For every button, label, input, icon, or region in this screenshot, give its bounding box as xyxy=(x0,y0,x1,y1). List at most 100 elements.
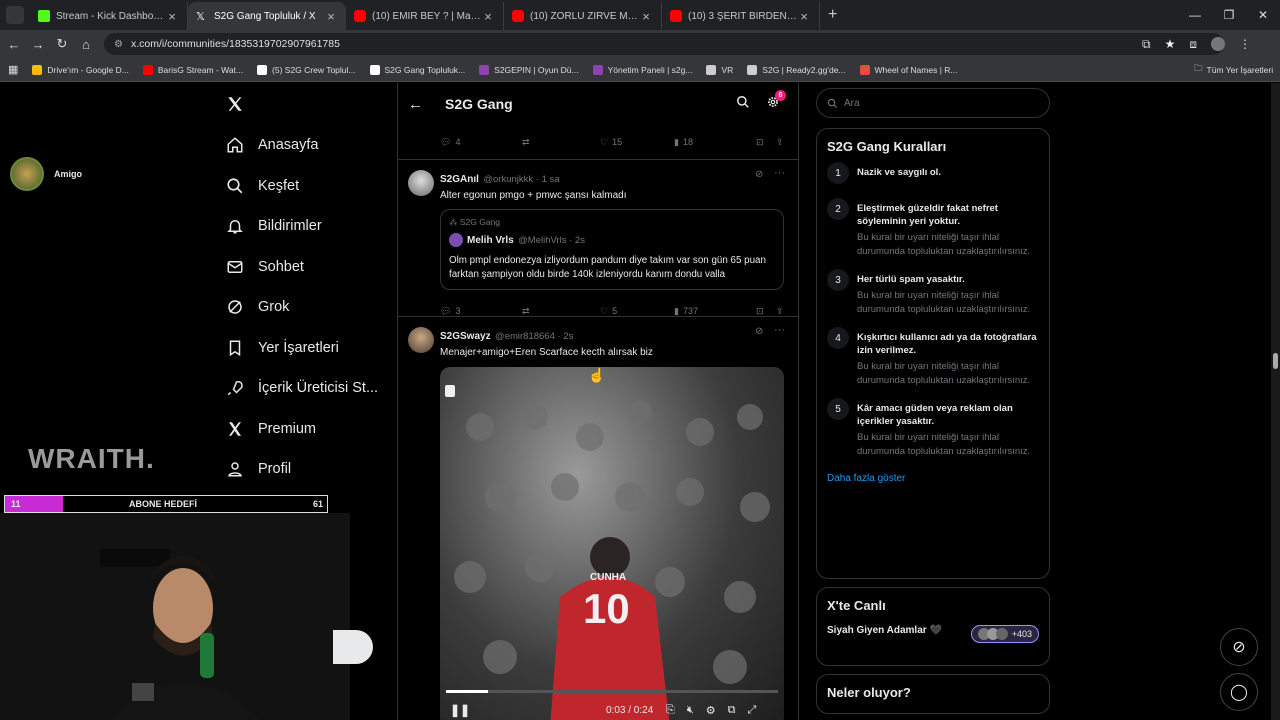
rule-title: Eleştirmek güzeldir fakat nefret söylemi… xyxy=(857,203,998,227)
close-tab-icon[interactable]: × xyxy=(797,9,811,24)
close-tab-icon[interactable]: × xyxy=(165,9,179,24)
video-progress-track[interactable] xyxy=(446,690,778,693)
maximize-button[interactable]: ❐ xyxy=(1212,8,1246,22)
close-window-button[interactable]: ✕ xyxy=(1246,8,1280,22)
nav-item-2[interactable]: Keşfet xyxy=(220,166,390,207)
settings-badge: 6 xyxy=(775,90,786,101)
bookmark-item[interactable]: BarisG Stream - Wat... xyxy=(142,64,243,75)
share-icon[interactable]: ⇪ xyxy=(776,137,784,148)
browser-tab[interactable]: Stream - Kick Dashboard × xyxy=(30,2,188,30)
more-options-icon[interactable]: ··· xyxy=(774,167,785,179)
volume-icon[interactable]: 🔇︎ xyxy=(687,704,694,717)
nav-item-5[interactable]: Grok xyxy=(220,287,390,328)
messages-fab[interactable]: ◯ xyxy=(1220,673,1258,711)
bookmark-item[interactable]: Wheel of Names | R... xyxy=(859,64,958,75)
post-s2ganil[interactable]: S2GAnıl @orkunjkkk · 1 sa ⊘ ··· Alter eg… xyxy=(398,159,798,316)
nav-item-8[interactable]: Premium xyxy=(220,409,390,450)
reply-button[interactable]: 💬︎ 4 xyxy=(440,137,522,148)
search-box[interactable]: Ara xyxy=(816,88,1050,118)
live-listeners[interactable]: +403 xyxy=(970,625,1039,643)
share-icon[interactable]: ⇪ xyxy=(776,306,784,317)
rule-item[interactable]: 5 Kâr amacı güden veya reklam olan içerik… xyxy=(827,398,1039,459)
grok-explain-icon[interactable]: ⊘ xyxy=(755,169,763,180)
post-author[interactable]: S2GSwayz xyxy=(440,331,491,342)
avatar[interactable] xyxy=(408,170,434,196)
post-author[interactable]: S2GAnıl xyxy=(440,174,479,185)
repost-button[interactable]: ⇄ xyxy=(522,306,600,317)
scrollbar-thumb[interactable] xyxy=(1273,353,1278,369)
quoted-post[interactable]: ⁂ S2G Gang Melih Vrls @MelihVrls · 2s Ol… xyxy=(440,209,784,290)
reply-button[interactable]: 💬︎ 3 xyxy=(440,306,522,317)
reload-icon[interactable]: ↻ xyxy=(50,36,74,52)
bookmark-post-icon[interactable]: ⊡ xyxy=(756,306,776,317)
star-icon[interactable]: ★ xyxy=(1165,37,1176,52)
views-button[interactable]: ▮ 18 xyxy=(674,137,756,148)
browser-tab[interactable]: (10) EMİR BEY ? | Madara Oldu× xyxy=(346,2,504,30)
address-bar[interactable]: ⚙ x.com/i/communities/183531970290796178… xyxy=(104,33,1224,55)
avatar[interactable] xyxy=(408,327,434,353)
close-tab-icon[interactable]: × xyxy=(481,9,495,24)
home-icon[interactable]: ⌂ xyxy=(74,37,98,52)
browser-tab[interactable]: (10) ZORLU ZİRVE MAÇLARI! H× xyxy=(504,2,662,30)
close-tab-icon[interactable]: × xyxy=(324,9,338,24)
grok-explain-icon[interactable]: ⊘ xyxy=(755,326,763,337)
nav-item-4[interactable]: Sohbet xyxy=(220,247,390,288)
heart-icon: ♡ xyxy=(600,136,609,147)
like-button[interactable]: ♡ 15 xyxy=(600,137,674,148)
rule-item[interactable]: 3 Her türlü spam yasaktır. Bu kural bir uy… xyxy=(827,269,1039,317)
bookmark-item[interactable]: S2G | Ready2.gg'de... xyxy=(747,64,846,75)
apps-icon[interactable]: ▦ xyxy=(8,63,18,76)
bookmark-item[interactable]: S2G Gang Topluluk... xyxy=(369,64,465,75)
extensions-icon[interactable]: ⧈ xyxy=(1189,37,1197,52)
site-info-icon[interactable]: ⚙ xyxy=(114,39,123,50)
bookmark-item[interactable]: (5) S2G Crew Toplul... xyxy=(257,64,356,75)
bookmark-item[interactable]: S2GEPIN | Oyun Dü... xyxy=(479,64,579,75)
browser-tab[interactable]: (10) 3 ŞERİT BİRDEN! Türkiye'd× xyxy=(662,2,820,30)
nav-item-3[interactable]: Bildirimler xyxy=(220,206,390,247)
post-s2gswayz[interactable]: S2GSwayz @emir818664 · 2s ⊘ ··· Menajer+… xyxy=(398,316,798,720)
back-icon[interactable]: ← xyxy=(2,37,26,52)
nav-item-9[interactable]: Profil xyxy=(220,449,390,490)
all-bookmarks[interactable]: 🗀 Tüm Yer İşaretleri xyxy=(1194,63,1273,77)
bookmark-post-icon[interactable]: ⊡ xyxy=(756,137,776,148)
rule-item[interactable]: 2 Eleştirmek güzeldir fakat nefret söylem… xyxy=(827,198,1039,259)
feed-search-icon[interactable] xyxy=(736,95,750,109)
nav-item-1[interactable]: Anasayfa xyxy=(220,125,390,166)
grok-fab[interactable]: ⊘ xyxy=(1220,628,1258,666)
pause-icon[interactable]: ❚❚ xyxy=(450,703,470,717)
youtube-icon xyxy=(512,10,524,22)
like-button[interactable]: ♡ 5 xyxy=(600,306,674,317)
views-button[interactable]: ▮ 737 xyxy=(674,306,756,317)
x-logo-icon[interactable] xyxy=(226,95,244,113)
bookmark-item[interactable]: Drive'ım - Google D... xyxy=(32,64,129,75)
bookmark-item[interactable]: Yönetim Paneli | s2g... xyxy=(592,64,692,75)
folder-icon: 🗀 xyxy=(1194,62,1203,73)
pip-icon[interactable]: ⧉ xyxy=(728,704,736,717)
show-more-link[interactable]: Daha fazla göster xyxy=(827,473,1039,484)
repost-button[interactable]: ⇄ xyxy=(522,137,600,148)
post-meta: @orkunjkkk · 1 sa xyxy=(483,174,560,185)
nav-item-7[interactable]: İçerik Üreticisi St... xyxy=(220,368,390,409)
install-icon[interactable]: ⧉ xyxy=(1142,37,1151,52)
live-item[interactable]: Siyah Giyen Adamlar 🖤 +403 xyxy=(827,625,1039,643)
video-player[interactable]: CUNHA 10 ❚❚ 0:03 / 0:24 ⎘ 🔇︎ ⚙ ⧉ ⤢ xyxy=(440,367,784,720)
fullscreen-icon[interactable]: ⤢ xyxy=(747,704,756,717)
minimize-button[interactable]: — xyxy=(1178,8,1212,22)
back-arrow-icon[interactable]: ← xyxy=(408,96,423,113)
page-scrollbar[interactable] xyxy=(1271,83,1280,720)
captions-icon[interactable]: ⎘ xyxy=(666,704,675,717)
rule-item[interactable]: 4 Kışkırtıcı kullanıcı adı ya da fotoğraf… xyxy=(827,327,1039,388)
browser-tab[interactable]: 𝕏 S2G Gang Topluluk / X × xyxy=(188,2,346,30)
video-settings-icon[interactable]: ⚙ xyxy=(706,704,716,717)
post-text: Menajer+amigo+Eren Scarface kecth alırsa… xyxy=(440,347,653,358)
nav-item-6[interactable]: Yer İşaretleri xyxy=(220,328,390,369)
forward-icon[interactable]: → xyxy=(26,37,50,52)
tab-search-button[interactable] xyxy=(6,6,24,24)
bookmark-item[interactable]: VR xyxy=(706,64,733,75)
more-options-icon[interactable]: ··· xyxy=(774,324,785,336)
close-tab-icon[interactable]: × xyxy=(639,9,653,24)
new-tab-button[interactable]: + xyxy=(828,6,837,24)
menu-icon[interactable]: ⋮ xyxy=(1239,37,1251,52)
rule-item[interactable]: 1 Nazik ve saygılı ol. xyxy=(827,162,1039,184)
profile-avatar[interactable] xyxy=(1210,37,1225,51)
